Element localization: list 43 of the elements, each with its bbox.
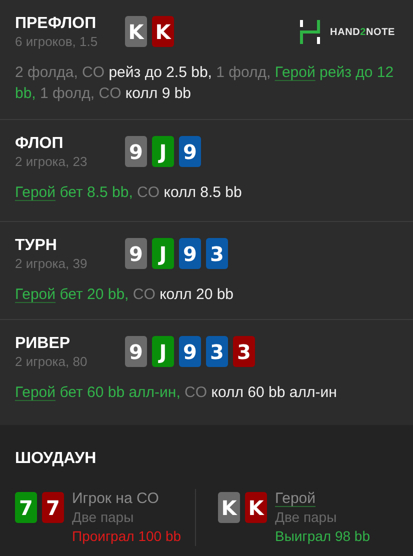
action-line: Герой бет 20 bb, CO колл 20 bb bbox=[15, 285, 235, 305]
playing-card: 7 bbox=[42, 492, 64, 523]
result-text: Проиграл 100 bb bbox=[72, 527, 182, 546]
playing-card: 9 bbox=[125, 136, 147, 167]
playing-card: 9 bbox=[125, 336, 147, 367]
playing-card: 9 bbox=[179, 238, 201, 269]
playing-card: 3 bbox=[206, 336, 228, 367]
result-text: Выиграл 98 bb bbox=[275, 527, 370, 546]
playing-card: 9 bbox=[179, 336, 201, 367]
street-subtitle: 6 игроков, 1.5 bbox=[15, 34, 99, 50]
logo-text: HAND2NOTE bbox=[330, 26, 395, 38]
hand-rank: Две пары bbox=[275, 508, 338, 527]
playing-card: K bbox=[218, 492, 240, 523]
action-line: 2 фолда, CO рейз до 2.5 bb, 1 фолд, Герой рейз до 12 bb, 1 фолд, CO колл 9 bb bbox=[15, 63, 395, 104]
street-subtitle: 2 игрока, 39 bbox=[15, 256, 88, 272]
action-line: Герой бет 60 bb алл-ин, CO колл 60 bb алл-ин bbox=[15, 383, 338, 403]
playing-card: K bbox=[152, 16, 174, 47]
playing-card: 3 bbox=[206, 238, 228, 269]
hero-link[interactable]: Герой bbox=[15, 384, 56, 401]
playing-card: 9 bbox=[125, 238, 147, 269]
street-title: ПРЕФЛОП bbox=[15, 14, 98, 34]
playing-card: J bbox=[152, 136, 174, 167]
action-line: Герой бет 8.5 bb, CO колл 8.5 bb bbox=[15, 183, 243, 203]
hero-link[interactable]: Герой bbox=[15, 286, 56, 303]
showdown-title: ШОУДАУН bbox=[15, 449, 98, 469]
playing-card: J bbox=[152, 336, 174, 367]
playing-card: J bbox=[152, 238, 174, 269]
logo-icon bbox=[300, 20, 320, 44]
street-title: ФЛОП bbox=[15, 134, 64, 154]
playing-card: 9 bbox=[179, 136, 201, 167]
player-name: Игрок на CO bbox=[72, 489, 160, 508]
playing-card: K bbox=[125, 16, 147, 47]
street-title: ТУРН bbox=[15, 236, 58, 256]
hero-link[interactable]: Герой bbox=[274, 64, 316, 81]
playing-card: 3 bbox=[233, 336, 255, 367]
playing-card: K bbox=[245, 492, 267, 523]
street-subtitle: 2 игрока, 80 bbox=[15, 354, 88, 370]
street-subtitle: 2 игрока, 23 bbox=[15, 154, 88, 170]
street-title: РИВЕР bbox=[15, 334, 72, 354]
playing-card: 7 bbox=[15, 492, 37, 523]
hero-link[interactable]: Герой bbox=[15, 184, 56, 201]
hand-rank: Две пары bbox=[72, 508, 135, 527]
hero-link[interactable]: Герой bbox=[275, 489, 370, 508]
